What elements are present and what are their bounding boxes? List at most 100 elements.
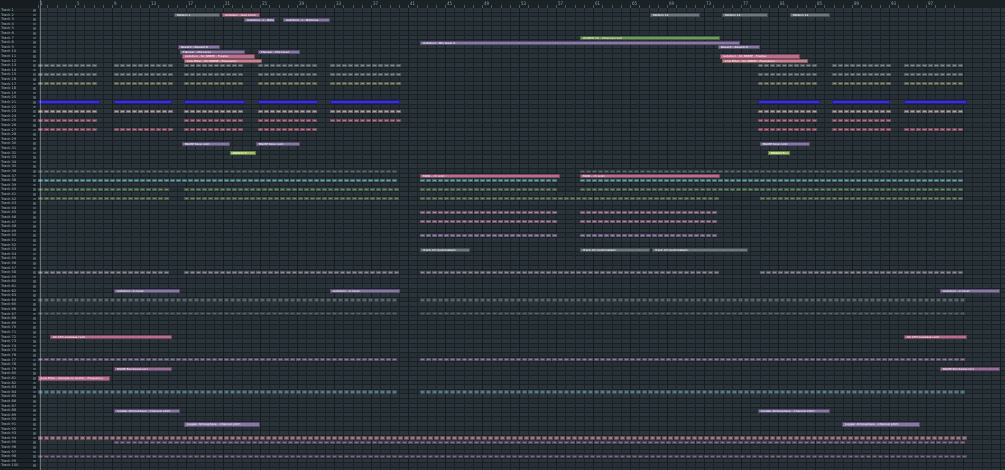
pattern-block[interactable]: [874, 73, 879, 77]
pattern-block[interactable]: [486, 211, 491, 215]
pattern-block[interactable]: [220, 197, 225, 201]
playlist-lanes[interactable]: Pattern 1 Ambient - lead pluck Pattern 11 P…: [38, 8, 1005, 470]
pattern-block[interactable]: [920, 436, 925, 440]
pattern-block[interactable]: [778, 197, 783, 201]
pattern-block[interactable]: [304, 197, 309, 201]
pattern-block[interactable]: [382, 270, 387, 274]
pattern-block[interactable]: [888, 358, 893, 362]
pattern-block[interactable]: [756, 312, 761, 316]
pattern-block[interactable]: [620, 454, 625, 458]
pattern-block[interactable]: [784, 270, 789, 274]
pattern-block[interactable]: [264, 109, 269, 113]
pattern-block[interactable]: [270, 119, 275, 123]
pattern-block[interactable]: [786, 358, 791, 362]
pattern-block[interactable]: [338, 298, 343, 302]
pattern-block[interactable]: [846, 390, 851, 394]
pattern-block[interactable]: [600, 197, 605, 201]
pattern-block[interactable]: [294, 119, 299, 123]
pattern-block[interactable]: [164, 390, 169, 394]
track-mute-led[interactable]: [33, 206, 36, 210]
pattern-block[interactable]: [660, 312, 665, 316]
pattern-block[interactable]: [362, 436, 367, 440]
pattern-block[interactable]: [86, 178, 91, 182]
pattern-block[interactable]: [350, 454, 355, 458]
track-mute-led[interactable]: [33, 174, 36, 178]
pattern-block[interactable]: [392, 178, 397, 182]
pattern-block[interactable]: [316, 188, 321, 192]
pattern-block[interactable]: [312, 441, 317, 445]
pattern-block[interactable]: [928, 169, 933, 173]
pattern-block[interactable]: [766, 178, 771, 182]
pattern-block[interactable]: [862, 109, 867, 113]
pattern-block[interactable]: [918, 390, 923, 394]
pattern-block[interactable]: [946, 109, 951, 113]
pattern-block[interactable]: [368, 312, 373, 316]
pattern-block[interactable]: [184, 82, 189, 86]
pattern-block[interactable]: [474, 197, 479, 201]
pattern-block[interactable]: [892, 178, 897, 182]
pattern-block[interactable]: [588, 298, 593, 302]
track-mute-led[interactable]: [33, 50, 36, 53]
pattern-block[interactable]: [288, 109, 293, 113]
pattern-block[interactable]: [940, 109, 945, 113]
pattern-block[interactable]: [928, 63, 933, 67]
pattern-block[interactable]: [840, 298, 845, 302]
pattern-block[interactable]: [242, 390, 247, 394]
pattern-block[interactable]: [720, 312, 725, 316]
pattern-block[interactable]: [912, 441, 917, 445]
pattern-block[interactable]: [598, 211, 603, 215]
pattern-block[interactable]: [330, 82, 335, 86]
pattern-block[interactable]: [456, 441, 461, 445]
pattern-block[interactable]: [236, 358, 241, 362]
pattern-block[interactable]: [44, 73, 49, 77]
pattern-block[interactable]: [554, 436, 559, 440]
pattern-block[interactable]: [876, 358, 881, 362]
pattern-block[interactable]: [652, 220, 657, 224]
pattern-block[interactable]: [74, 73, 79, 77]
pattern-block[interactable]: [942, 298, 947, 302]
pattern-block[interactable]: [916, 270, 921, 274]
pattern-block[interactable]: [458, 454, 463, 458]
pattern-block[interactable]: [792, 312, 797, 316]
pattern-block[interactable]: [292, 270, 297, 274]
pattern-block[interactable]: [534, 298, 539, 302]
pattern-block[interactable]: [312, 128, 317, 132]
pattern-block[interactable]: [910, 128, 915, 132]
pattern-block[interactable]: [752, 436, 757, 440]
pattern-block[interactable]: [80, 454, 85, 458]
pattern-block[interactable]: [664, 169, 669, 173]
pattern-block[interactable]: [134, 312, 139, 316]
pattern-block[interactable]: [740, 436, 745, 440]
pattern-block[interactable]: [56, 197, 61, 201]
pattern-block[interactable]: [958, 169, 963, 173]
pattern-block[interactable]: [916, 188, 921, 192]
pattern-block[interactable]: [468, 234, 473, 238]
pattern-block[interactable]: [546, 220, 551, 224]
pattern-block[interactable]: [540, 298, 545, 302]
pattern-block[interactable]: [206, 390, 211, 394]
pattern-block[interactable]: [432, 441, 437, 445]
pattern-block[interactable]: [844, 73, 849, 77]
pattern-block[interactable]: [120, 73, 125, 77]
pattern-block[interactable]: [342, 109, 347, 113]
pattern-block[interactable]: [396, 73, 401, 77]
pattern-block[interactable]: [812, 73, 817, 77]
pattern-block[interactable]: [254, 169, 259, 173]
pattern-block[interactable]: [862, 82, 867, 86]
playlist-clip[interactable]: Autotool - in level: [940, 289, 1000, 294]
pattern-block[interactable]: [886, 73, 891, 77]
pattern-block[interactable]: [444, 441, 449, 445]
pattern-block[interactable]: [764, 109, 769, 113]
pattern-block[interactable]: [80, 270, 85, 274]
pattern-block[interactable]: [144, 73, 149, 77]
pattern-block[interactable]: [650, 454, 655, 458]
pattern-block[interactable]: [658, 220, 663, 224]
pattern-block[interactable]: [362, 169, 367, 173]
pattern-block[interactable]: [332, 390, 337, 394]
pattern-block[interactable]: [706, 211, 711, 215]
pattern-block[interactable]: [500, 454, 505, 458]
pattern-block[interactable]: [434, 436, 439, 440]
pattern-block[interactable]: [540, 188, 545, 192]
pattern-block[interactable]: [132, 441, 137, 445]
pattern-block[interactable]: [266, 169, 271, 173]
